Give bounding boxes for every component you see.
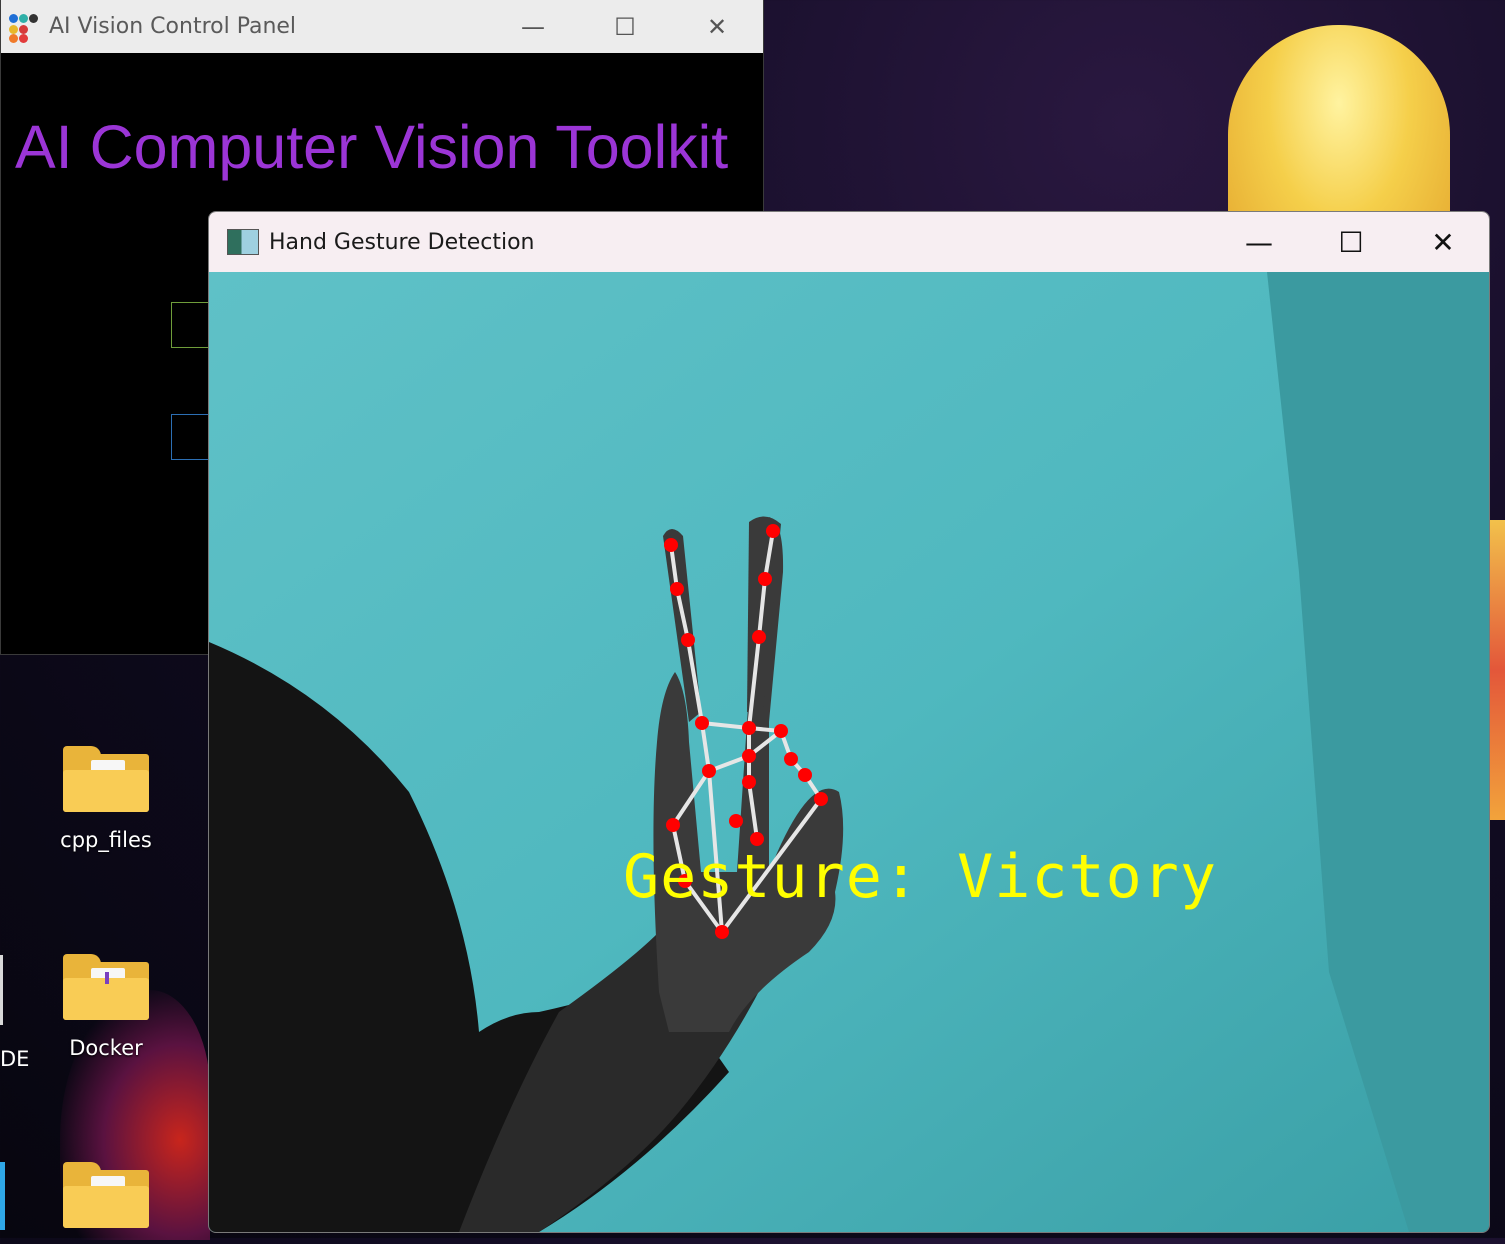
page-title: AI Computer Vision Toolkit [15, 113, 729, 181]
folder-icon [63, 746, 149, 812]
landmark-point [715, 925, 729, 939]
gesture-label: Gesture: Victory [623, 842, 1217, 912]
folder-icon [63, 1162, 149, 1228]
wallpaper-stripe [1488, 520, 1505, 820]
landmark-point [702, 764, 716, 778]
landmark-point [814, 792, 828, 806]
landmark-point [695, 716, 709, 730]
app-logo-icon [7, 12, 38, 43]
landmark-point [670, 582, 684, 596]
landmark-point [664, 538, 678, 552]
gesture-window-titlebar[interactable]: Hand Gesture Detection — ☐ ✕ [209, 212, 1489, 272]
landmark-point [784, 752, 798, 766]
landmark-point [752, 630, 766, 644]
landmark-point [766, 524, 780, 538]
desktop-icon-folder[interactable] [51, 1162, 161, 1244]
camera-app-icon [227, 229, 259, 255]
desktop-icon-cpp-files[interactable]: cpp_files [51, 746, 161, 852]
landmark-point [742, 749, 756, 763]
camera-feed: Gesture: Victory [209, 272, 1489, 1232]
camera-frame [209, 272, 1489, 1232]
close-button[interactable]: ✕ [1397, 212, 1489, 272]
close-button[interactable]: ✕ [671, 0, 763, 53]
maximize-button[interactable]: ☐ [579, 0, 671, 53]
window-title: AI Vision Control Panel [49, 14, 297, 39]
control-button-1[interactable] [171, 302, 213, 348]
landmark-point [742, 721, 756, 735]
landmark-point [666, 818, 680, 832]
landmark-point [798, 768, 812, 782]
desktop-icon-label: Docker [69, 1036, 143, 1060]
desktop-icon-label-partial[interactable]: DE [0, 1047, 29, 1071]
folder-icon [63, 954, 149, 1020]
landmark-point [742, 775, 756, 789]
maximize-button[interactable]: ☐ [1305, 212, 1397, 272]
gesture-window[interactable]: Hand Gesture Detection — ☐ ✕ Gesture: Vi… [208, 211, 1490, 1233]
landmark-point [729, 814, 743, 828]
desktop-icon-docker[interactable]: Docker [51, 954, 161, 1060]
minimize-button[interactable]: — [1213, 212, 1305, 272]
desktop-icon-label: cpp_files [60, 828, 152, 852]
minimize-button[interactable]: — [487, 0, 579, 53]
landmark-point [681, 633, 695, 647]
landmark-point [758, 572, 772, 586]
offscreen-icon-edge [0, 955, 3, 1025]
control-button-2[interactable] [171, 414, 213, 460]
window-title: Hand Gesture Detection [269, 229, 535, 255]
taskbar-edge [0, 1162, 5, 1230]
landmark-point [774, 724, 788, 738]
control-panel-titlebar[interactable]: AI Vision Control Panel — ☐ ✕ [1, 0, 763, 53]
